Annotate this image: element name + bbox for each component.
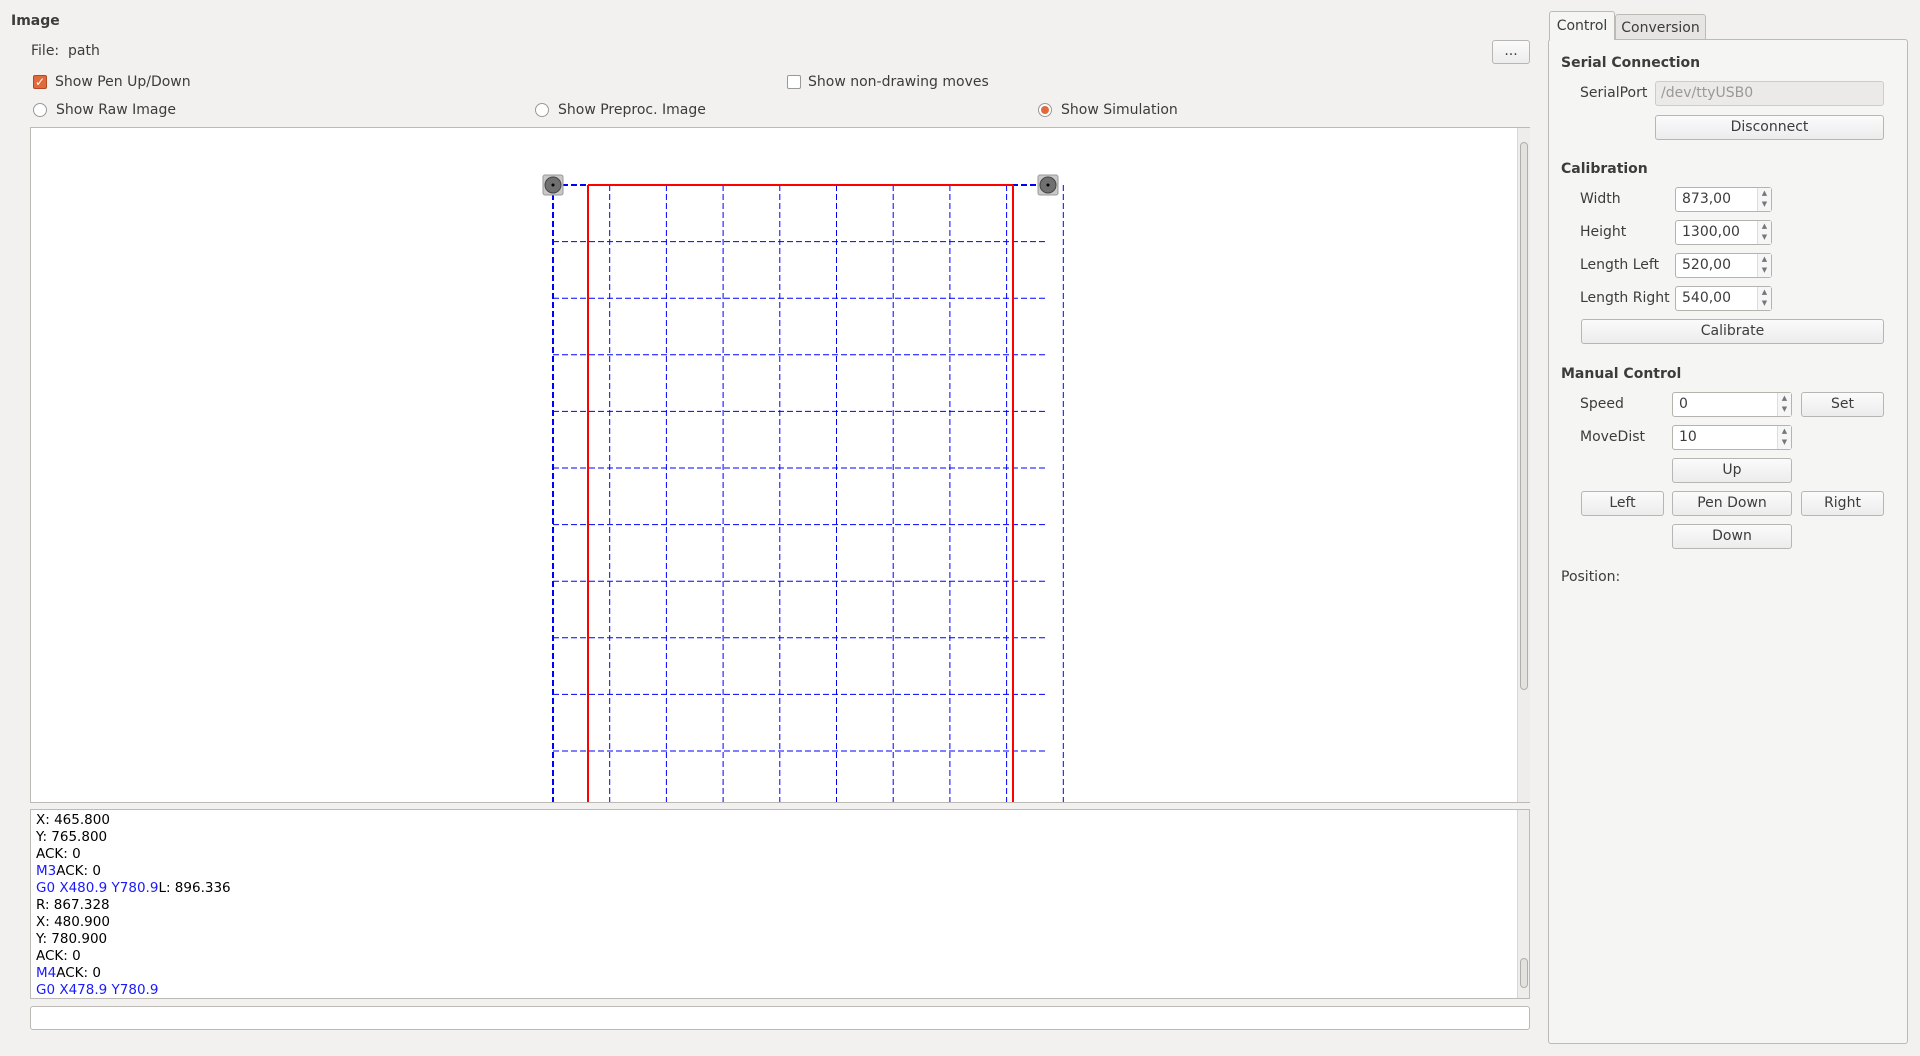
show-simulation-label[interactable]: Show Simulation — [1061, 101, 1178, 119]
show-preproc-label[interactable]: Show Preproc. Image — [558, 101, 706, 119]
calibrate-button[interactable]: Calibrate — [1581, 319, 1884, 344]
calibration-title: Calibration — [1561, 161, 1648, 177]
right-button[interactable]: Right — [1801, 491, 1884, 516]
pen-down-button[interactable]: Pen Down — [1672, 491, 1792, 516]
log-command: G0 X478.9 Y780.9 — [36, 982, 159, 998]
serial-log[interactable]: X: 465.800 Y: 765.800 ACK: 0 M3ACK: 0 G0 X48… — [30, 809, 1530, 999]
log-response: ACK: 0 — [36, 846, 81, 862]
log-line: X: 480.900 — [36, 914, 1529, 931]
serialport-label: SerialPort — [1580, 85, 1648, 101]
show-simulation-radio[interactable] — [1038, 103, 1052, 117]
show-raw-radio[interactable] — [33, 103, 47, 117]
file-path: path — [68, 43, 100, 59]
canvas-scroll-thumb[interactable] — [1520, 142, 1528, 690]
speed-spinbox[interactable]: 0 ▲ ▼ — [1672, 392, 1792, 417]
disconnect-button[interactable]: Disconnect — [1655, 115, 1884, 140]
serial-connection-title: Serial Connection — [1561, 55, 1701, 71]
height-label: Height — [1580, 224, 1627, 240]
down-button[interactable]: Down — [1672, 524, 1792, 549]
length-right-spinbox[interactable]: 540,00 ▲ ▼ — [1675, 286, 1772, 311]
log-line: R: 867.328 — [36, 897, 1529, 914]
spin-arrows-icon[interactable]: ▲ ▼ — [1757, 287, 1771, 310]
show-nondrawing-checkbox[interactable] — [787, 75, 801, 89]
canvas-scrollbar[interactable] — [1517, 128, 1530, 802]
log-response: L: 896.336 — [158, 880, 231, 896]
spin-arrows-icon[interactable]: ▲ ▼ — [1757, 254, 1771, 277]
length-left-label: Length Left — [1580, 257, 1660, 273]
width-spinbox[interactable]: 873,00 ▲ ▼ — [1675, 187, 1772, 212]
simulation-canvas[interactable] — [30, 127, 1530, 803]
movedist-spinbox[interactable]: 10 ▲ ▼ — [1672, 425, 1792, 450]
movedist-label: MoveDist — [1580, 429, 1645, 445]
set-speed-button[interactable]: Set — [1801, 392, 1884, 417]
log-response: ACK: 0 — [56, 863, 101, 879]
speed-value: 0 — [1679, 396, 1688, 412]
length-left-value: 520,00 — [1682, 257, 1731, 273]
serialport-field[interactable]: /dev/ttyUSB0 — [1655, 81, 1884, 106]
width-label: Width — [1580, 191, 1621, 207]
log-line: X: 465.800 — [36, 812, 1529, 829]
log-scroll-thumb[interactable] — [1520, 958, 1528, 988]
height-spinbox[interactable]: 1300,00 ▲ ▼ — [1675, 220, 1772, 245]
image-group-title: Image — [11, 13, 60, 29]
show-preproc-radio[interactable] — [535, 103, 549, 117]
log-line: ACK: 0 — [36, 846, 1529, 863]
width-value: 873,00 — [1682, 191, 1731, 207]
spin-arrows-icon[interactable]: ▲ ▼ — [1757, 188, 1771, 211]
height-value: 1300,00 — [1682, 224, 1740, 240]
log-command: G0 X480.9 Y780.9 — [36, 880, 159, 896]
log-response: X: 465.800 — [36, 812, 110, 828]
manual-control-title: Manual Control — [1561, 366, 1682, 382]
browse-button[interactable]: ... — [1492, 40, 1530, 64]
up-button[interactable]: Up — [1672, 458, 1792, 483]
tab-conversion[interactable]: Conversion — [1615, 14, 1706, 39]
log-response: ACK: 0 — [36, 948, 81, 964]
show-raw-label[interactable]: Show Raw Image — [56, 101, 176, 119]
position-label: Position: — [1561, 569, 1621, 585]
left-motor-icon — [542, 174, 564, 196]
log-response: X: 480.900 — [36, 914, 110, 930]
log-line: G0 X480.9 Y780.9L: 896.336 — [36, 880, 1529, 897]
log-response: Y: 780.900 — [36, 931, 108, 947]
log-line: Y: 765.800 — [36, 829, 1529, 846]
show-pen-label[interactable]: Show Pen Up/Down — [55, 73, 191, 91]
log-response: R: 867.328 — [36, 897, 110, 913]
log-line: G0 X478.9 Y780.9 — [36, 982, 1529, 998]
log-line: M4ACK: 0 — [36, 965, 1529, 982]
show-pen-checkbox[interactable]: ✓ — [33, 75, 47, 89]
log-response: ACK: 0 — [56, 965, 101, 981]
command-input[interactable] — [30, 1006, 1530, 1030]
simulation-drawing — [542, 174, 1064, 802]
log-line: M3ACK: 0 — [36, 863, 1529, 880]
length-left-spinbox[interactable]: 520,00 ▲ ▼ — [1675, 253, 1772, 278]
spin-arrows-icon[interactable]: ▲ ▼ — [1757, 221, 1771, 244]
length-right-value: 540,00 — [1682, 290, 1731, 306]
log-command: M3 — [36, 863, 57, 879]
spin-arrows-icon[interactable]: ▲ ▼ — [1777, 426, 1791, 449]
spin-arrows-icon[interactable]: ▲ ▼ — [1777, 393, 1791, 416]
show-nondrawing-label[interactable]: Show non-drawing moves — [808, 73, 989, 91]
log-command: M4 — [36, 965, 57, 981]
log-scrollbar[interactable] — [1517, 810, 1529, 998]
speed-label: Speed — [1580, 396, 1624, 412]
log-line: Y: 780.900 — [36, 931, 1529, 948]
log-response: Y: 765.800 — [36, 829, 108, 845]
right-motor-icon — [1037, 174, 1059, 196]
length-right-label: Length Right — [1580, 290, 1670, 306]
movedist-value: 10 — [1679, 429, 1697, 445]
tab-control[interactable]: Control — [1549, 11, 1615, 40]
left-button[interactable]: Left — [1581, 491, 1664, 516]
file-label: File: — [31, 43, 60, 59]
log-line: ACK: 0 — [36, 948, 1529, 965]
